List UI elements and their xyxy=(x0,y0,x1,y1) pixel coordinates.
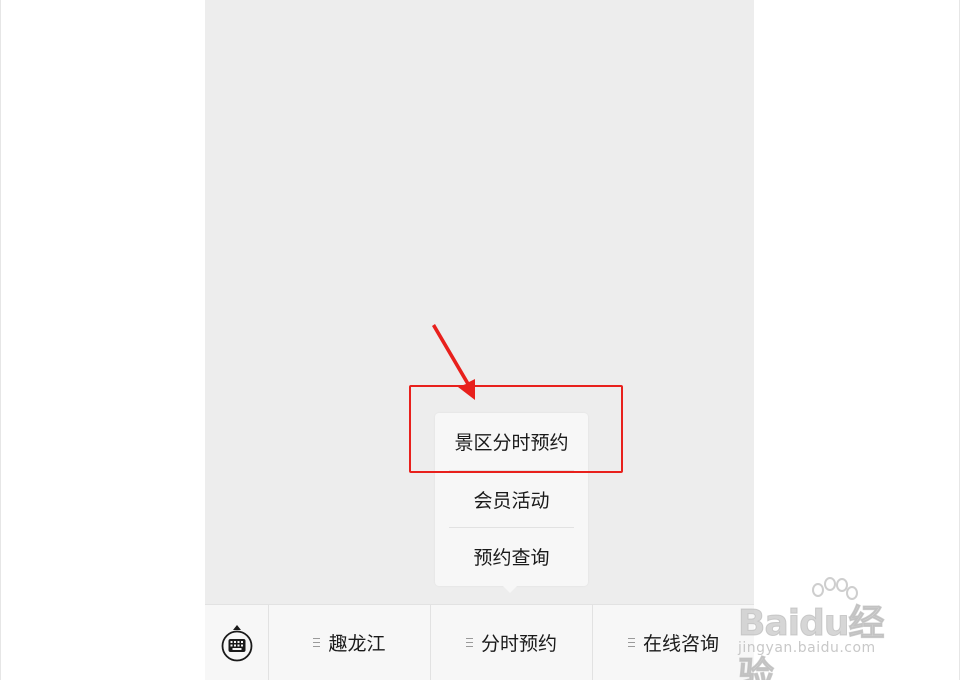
menu-tab-label: 趣龙江 xyxy=(328,633,386,655)
menu-tab-qulongjiang[interactable]: 趣龙江 xyxy=(269,605,431,680)
menu-tab-label: 在线咨询 xyxy=(642,633,719,655)
submenu-item-booking-query[interactable]: 预约查询 xyxy=(449,527,574,585)
submenu-item-member-activity[interactable]: 会员活动 xyxy=(449,470,574,528)
pointer-arrow-icon xyxy=(432,324,475,400)
menu-tab-label: 分时预约 xyxy=(480,633,557,655)
keyboard-toggle-button[interactable] xyxy=(205,605,269,680)
keyboard-icon xyxy=(221,624,252,661)
watermark-url: jingyan.baidu.com xyxy=(738,640,876,656)
menu-tab-timed-booking[interactable]: 分时预约 xyxy=(431,605,593,680)
page: 景区分时预约 会员活动 预约查询 趣龙江 分时预约 在线咨询 Baidu经验 j… xyxy=(0,0,960,680)
menu-lines-icon xyxy=(465,638,473,647)
menu-lines-icon xyxy=(313,638,321,647)
watermark-brand: Baidu经验 xyxy=(738,603,885,680)
menu-tab-online-consult[interactable]: 在线咨询 xyxy=(593,605,754,680)
menu-lines-icon xyxy=(627,638,635,647)
baidu-watermark: Baidu经验 jingyan.baidu.com xyxy=(738,576,918,680)
bottom-menu-bar: 趣龙江 分时预约 在线咨询 xyxy=(205,604,754,680)
